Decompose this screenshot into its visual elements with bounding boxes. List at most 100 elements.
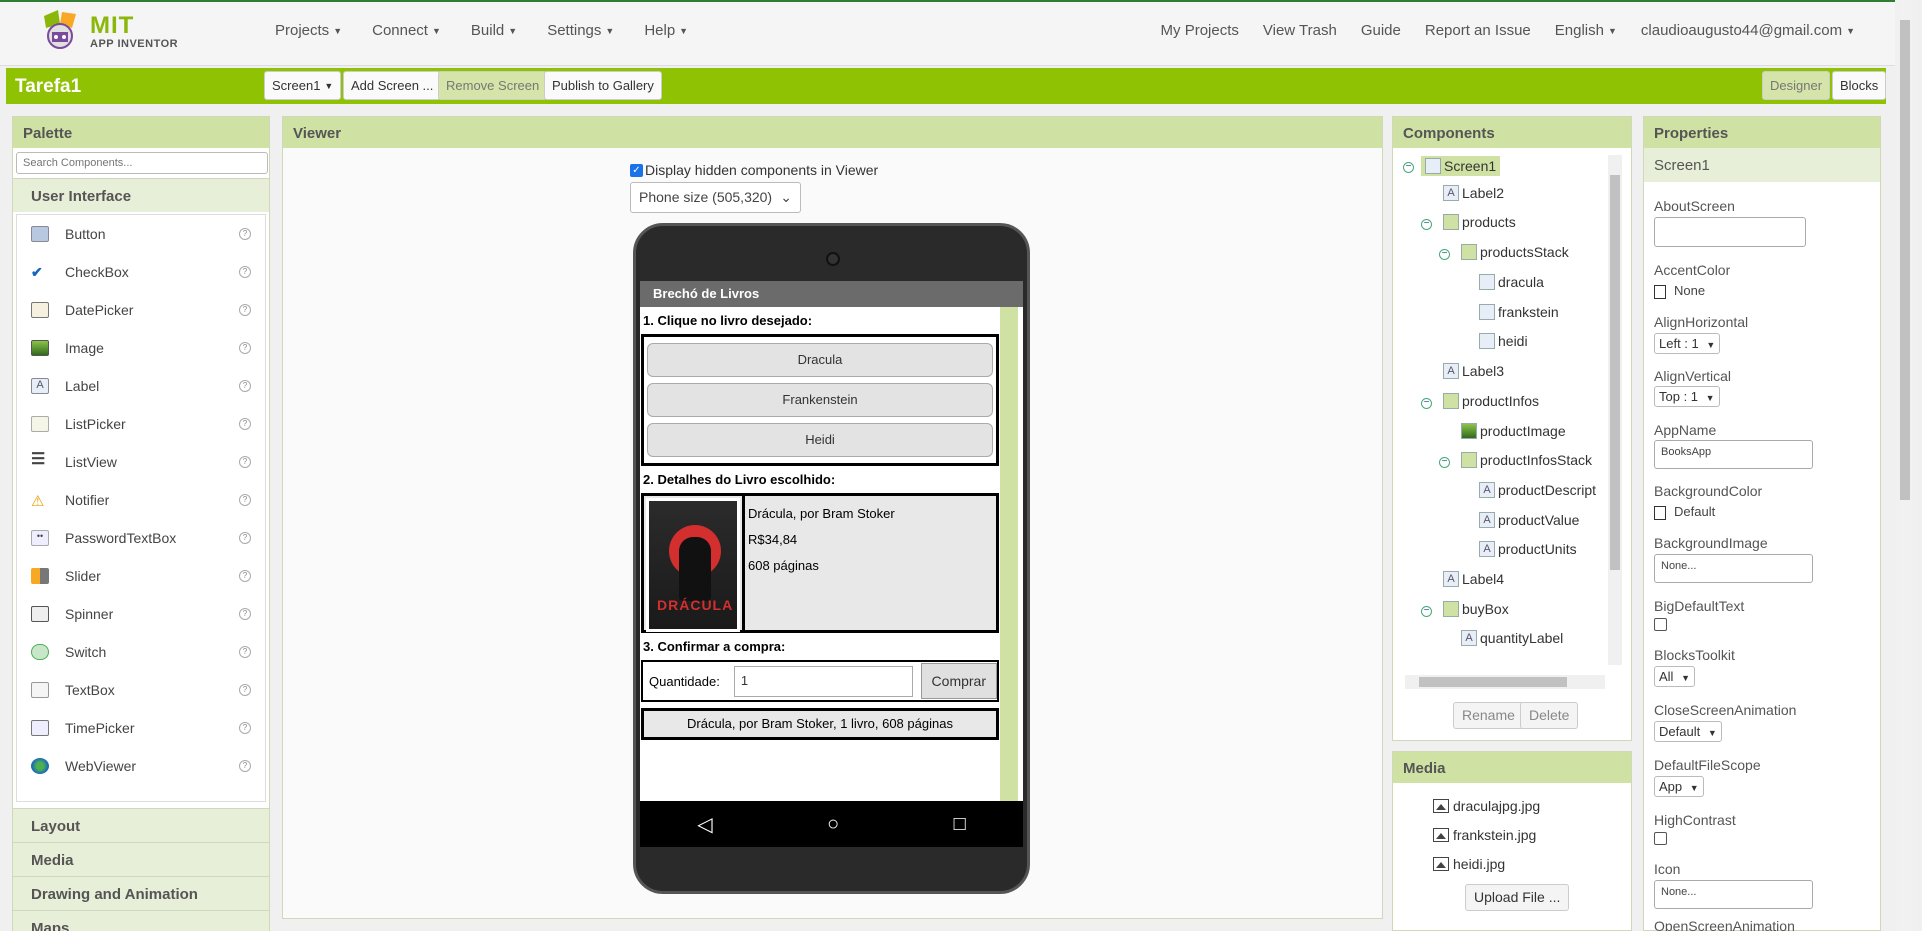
media-file-heidi[interactable]: heidi.jpg [1433, 856, 1505, 872]
dracula-button[interactable]: Dracula [647, 343, 993, 377]
scroll-thumb[interactable] [1900, 20, 1910, 500]
close-animation-dropdown[interactable]: Default ▼ [1654, 721, 1722, 742]
tree-item-frankstein[interactable]: frankstein [1479, 304, 1559, 320]
tree-item-productdescription[interactable]: AproductDescript [1479, 482, 1596, 498]
buy-button[interactable]: Comprar [920, 663, 997, 699]
tree-item-label4[interactable]: A Label4 [1443, 571, 1504, 587]
tree-item-productvalue[interactable]: AproductValue [1479, 512, 1579, 528]
palette-item-slider[interactable]: Slider? [17, 557, 265, 595]
menu-projects[interactable]: Projects ▼ [275, 22, 342, 39]
palette-item-passwordtextbox[interactable]: •• PasswordTextBox? [17, 519, 265, 557]
back-icon[interactable]: ◁ [697, 812, 712, 837]
collapse-icon[interactable]: − [1403, 162, 1414, 173]
align-horizontal-dropdown[interactable]: Left : 1 ▼ [1654, 333, 1721, 354]
collapse-icon[interactable]: − [1421, 606, 1432, 617]
tree-item-screen1[interactable]: Screen1 [1421, 156, 1501, 176]
tree-item-quantitylabel[interactable]: AquantityLabel [1461, 630, 1563, 646]
palette-item-textbox[interactable]: TextBox? [17, 671, 265, 709]
section-maps[interactable]: Maps [13, 910, 269, 931]
tree-item-productinfosstack[interactable]: productInfosStack [1461, 452, 1592, 468]
publish-gallery-button[interactable]: Publish to Gallery [544, 71, 662, 100]
tree-item-buybox[interactable]: buyBox [1443, 601, 1509, 617]
help-icon[interactable]: ? [239, 456, 251, 468]
help-icon[interactable]: ? [239, 494, 251, 506]
about-screen-textarea[interactable] [1654, 217, 1806, 247]
screen-select-dropdown[interactable]: Screen1 ▼ [264, 71, 342, 100]
tree-item-heidi[interactable]: heidi [1479, 333, 1528, 349]
display-hidden-checkbox[interactable]: ✓ Display hidden components in Viewer [630, 162, 878, 178]
palette-item-image[interactable]: Image? [17, 329, 265, 367]
section-media[interactable]: Media [13, 842, 269, 876]
help-icon[interactable]: ? [239, 570, 251, 582]
media-file-frankstein[interactable]: frankstein.jpg [1433, 827, 1536, 843]
collapse-icon[interactable]: − [1421, 219, 1432, 230]
my-projects-link[interactable]: My Projects [1161, 22, 1239, 39]
scroll-thumb[interactable] [1419, 677, 1567, 687]
account-menu[interactable]: claudioaugusto44@gmail.com ▼ [1641, 22, 1855, 39]
collapse-icon[interactable]: − [1439, 457, 1450, 468]
tree-item-productsstack[interactable]: productsStack [1461, 244, 1569, 260]
palette-item-switch[interactable]: Switch? [17, 633, 265, 671]
report-issue-link[interactable]: Report an Issue [1425, 22, 1531, 39]
components-horizontal-scrollbar[interactable] [1405, 675, 1605, 689]
designer-button[interactable]: Designer [1762, 71, 1831, 100]
components-vertical-scrollbar[interactable] [1608, 155, 1622, 665]
palette-item-button[interactable]: Button? [17, 215, 265, 253]
help-icon[interactable]: ? [239, 418, 251, 430]
help-icon[interactable]: ? [239, 266, 251, 278]
blocks-button[interactable]: Blocks [1832, 71, 1887, 100]
language-menu[interactable]: English ▼ [1555, 22, 1617, 39]
palette-item-datepicker[interactable]: DatePicker? [17, 291, 265, 329]
collapse-icon[interactable]: − [1421, 398, 1432, 409]
help-icon[interactable]: ? [239, 380, 251, 392]
palette-item-listview[interactable]: ☰ ListView? [17, 443, 265, 481]
remove-screen-button[interactable]: Remove Screen [438, 71, 548, 100]
menu-build[interactable]: Build ▼ [471, 22, 517, 39]
help-icon[interactable]: ? [239, 646, 251, 658]
palette-item-label[interactable]: A Label? [17, 367, 265, 405]
home-icon[interactable]: ○ [827, 813, 839, 836]
menu-help[interactable]: Help ▼ [644, 22, 688, 39]
align-vertical-dropdown[interactable]: Top : 1 ▼ [1654, 386, 1720, 407]
menu-connect[interactable]: Connect ▼ [372, 22, 441, 39]
menu-settings[interactable]: Settings ▼ [547, 22, 614, 39]
tree-item-productunits[interactable]: AproductUnits [1479, 541, 1577, 557]
phone-size-dropdown[interactable]: Phone size (505,320) ⌄ [630, 182, 801, 213]
tree-item-productinfos[interactable]: productInfos [1443, 393, 1539, 409]
quantity-input[interactable]: 1 [733, 665, 913, 697]
tree-item-productimage[interactable]: productImage [1461, 423, 1566, 439]
rename-button[interactable]: Rename [1453, 702, 1524, 729]
recents-icon[interactable]: □ [954, 813, 966, 836]
tree-item-label2[interactable]: A Label2 [1443, 185, 1504, 201]
heidi-button[interactable]: Heidi [647, 423, 993, 457]
high-contrast-checkbox[interactable] [1654, 832, 1667, 845]
palette-item-webviewer[interactable]: WebViewer? [17, 747, 265, 785]
accent-color-picker[interactable]: None [1654, 283, 1705, 299]
big-default-text-checkbox[interactable] [1654, 618, 1667, 631]
section-layout[interactable]: Layout [13, 808, 269, 842]
view-trash-link[interactable]: View Trash [1263, 22, 1337, 39]
guide-link[interactable]: Guide [1361, 22, 1401, 39]
app-inventor-logo[interactable]: MIT APP INVENTOR [38, 8, 188, 54]
help-icon[interactable]: ? [239, 304, 251, 316]
search-components-input[interactable] [16, 152, 268, 174]
background-color-picker[interactable]: Default [1654, 504, 1715, 520]
help-icon[interactable]: ? [239, 532, 251, 544]
tree-item-products[interactable]: products [1443, 214, 1516, 230]
app-name-input[interactable]: BooksApp [1654, 440, 1813, 469]
upload-file-button[interactable]: Upload File ... [1465, 884, 1570, 911]
section-user-interface[interactable]: User Interface [13, 178, 269, 212]
palette-item-checkbox[interactable]: ✔ CheckBox? [17, 253, 265, 291]
palette-item-spinner[interactable]: Spinner? [17, 595, 265, 633]
page-scrollbar[interactable] [1897, 0, 1913, 931]
palette-item-notifier[interactable]: ⚠ Notifier? [17, 481, 265, 519]
blocks-toolkit-dropdown[interactable]: All ▼ [1654, 666, 1695, 687]
help-icon[interactable]: ? [239, 608, 251, 620]
palette-item-listpicker[interactable]: ListPicker? [17, 405, 265, 443]
section-drawing-animation[interactable]: Drawing and Animation [13, 876, 269, 910]
tree-item-label3[interactable]: A Label3 [1443, 363, 1504, 379]
frankenstein-button[interactable]: Frankenstein [647, 383, 993, 417]
help-icon[interactable]: ? [239, 228, 251, 240]
help-icon[interactable]: ? [239, 760, 251, 772]
collapse-icon[interactable]: − [1439, 249, 1450, 260]
